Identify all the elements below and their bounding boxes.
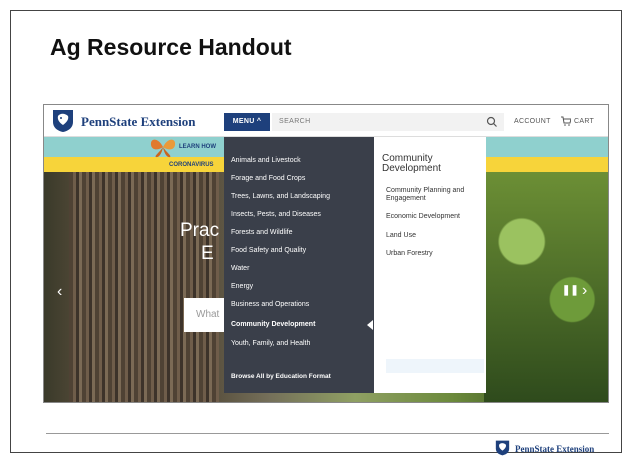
slide-title: Ag Resource Handout <box>50 34 292 60</box>
submenu-item-urban-forestry[interactable]: Urban Forestry <box>386 250 433 257</box>
menu-item-business[interactable]: Business and Operations <box>231 301 309 308</box>
footer-shield-icon <box>495 440 510 456</box>
menu-item-energy[interactable]: Energy <box>231 283 253 290</box>
faded-link <box>386 359 484 373</box>
menu-item-water[interactable]: Water <box>231 265 249 272</box>
carousel-next-icon[interactable]: › <box>582 282 587 300</box>
site-logo[interactable]: PennState Extension <box>81 114 195 130</box>
butterfly-icon <box>150 139 176 158</box>
submenu-title-2: Development <box>382 163 441 174</box>
search-icon[interactable] <box>485 115 499 129</box>
coronavirus-link[interactable]: CORONAVIRUS <box>169 162 214 168</box>
menu-item-forests[interactable]: Forests and Wildlife <box>231 229 292 236</box>
menu-item-food-safety[interactable]: Food Safety and Quality <box>231 247 306 254</box>
hero-search-input[interactable]: What <box>184 298 224 332</box>
cart-link[interactable]: CART <box>574 118 594 125</box>
submenu-item-economic[interactable]: Economic Development <box>386 213 460 220</box>
browse-all-link[interactable]: Browse All by Education Format <box>231 373 331 380</box>
submenu-item-land-use[interactable]: Land Use <box>386 232 416 239</box>
menu-button[interactable]: MENU ^ <box>224 113 270 131</box>
learn-how-link[interactable]: LEARN HOW <box>179 144 216 150</box>
account-link[interactable]: ACCOUNT <box>514 118 551 125</box>
menu-item-animals[interactable]: Animals and Livestock <box>231 157 301 164</box>
footer-logo-text: PennState Extension <box>515 444 595 454</box>
menu-item-youth[interactable]: Youth, Family, and Health <box>231 340 310 347</box>
tree-trunk-image <box>69 172 219 402</box>
footer-divider <box>46 433 609 434</box>
hero-search-placeholder: What <box>196 309 220 320</box>
website-screenshot: PennState Extension MENU ^ SEARCH ACCOUN… <box>43 104 609 403</box>
carousel-pause-icon[interactable]: ❚❚ <box>562 285 579 296</box>
search-input[interactable]: SEARCH <box>272 113 504 131</box>
menu-item-insects[interactable]: Insects, Pests, and Diseases <box>231 211 321 218</box>
menu-item-trees[interactable]: Trees, Lawns, and Landscaping <box>231 193 330 200</box>
menu-item-forage[interactable]: Forage and Food Crops <box>231 175 305 182</box>
hero-heading-fragment: Prac <box>180 220 220 241</box>
hero-heading-fragment-2: E <box>201 243 214 264</box>
submenu-item-planning[interactable]: Community Planning and <box>386 187 464 194</box>
foliage-image <box>484 172 608 402</box>
penn-state-shield-icon <box>53 110 73 132</box>
cart-icon[interactable] <box>561 116 571 126</box>
active-caret-icon <box>367 320 373 330</box>
submenu-panel: Community Development Community Planning… <box>374 137 486 393</box>
mega-menu: Animals and Livestock Forage and Food Cr… <box>224 137 374 393</box>
menu-item-community-development[interactable]: Community Development <box>231 321 315 328</box>
submenu-item-planning-2[interactable]: Engagement <box>386 195 426 202</box>
site-header: PennState Extension MENU ^ SEARCH ACCOUN… <box>44 105 608 137</box>
search-placeholder: SEARCH <box>279 118 311 125</box>
carousel-prev-icon[interactable]: ‹ <box>57 283 62 301</box>
